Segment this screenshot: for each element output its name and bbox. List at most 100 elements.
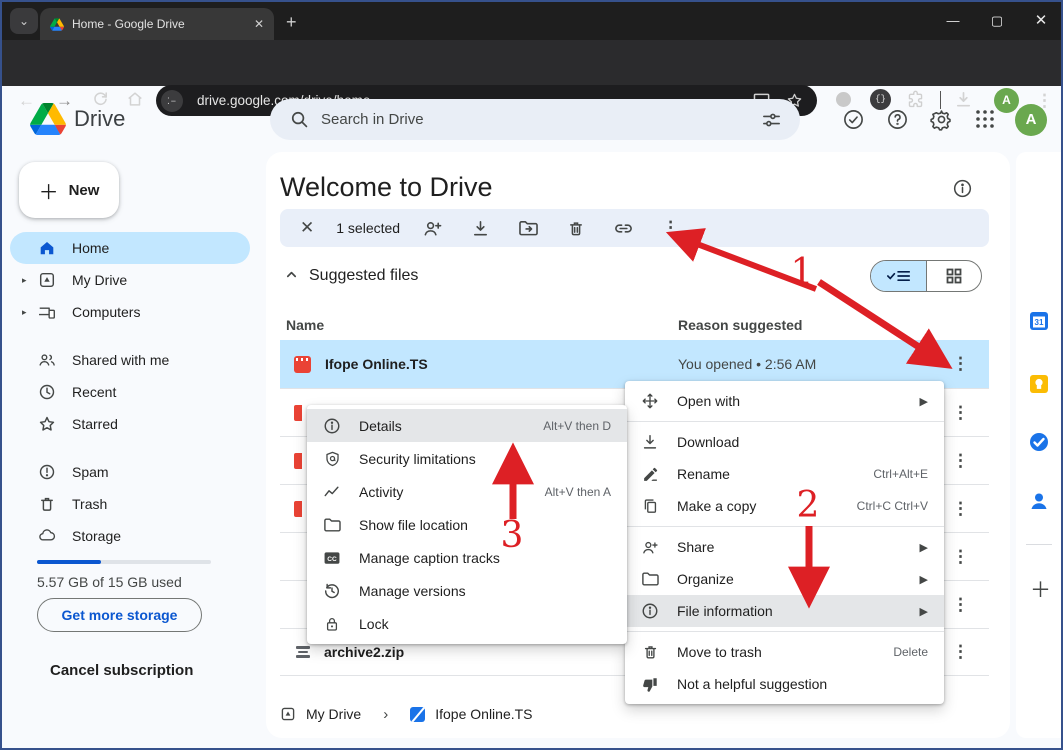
- menu-item-label: Rename: [677, 466, 873, 482]
- info-icon: [323, 417, 341, 435]
- browser-tab[interactable]: Home - Google Drive ✕: [40, 8, 274, 40]
- breadcrumb-root[interactable]: My Drive: [306, 706, 361, 722]
- submenu-item-manage-versions[interactable]: Manage versions: [307, 574, 627, 607]
- help-icon[interactable]: [886, 108, 909, 131]
- search-placeholder[interactable]: Search in Drive: [321, 111, 761, 128]
- sidebar-item-label: My Drive: [72, 272, 127, 288]
- expand-arrow-icon[interactable]: ▸: [22, 307, 27, 318]
- menu-item-not-helpful[interactable]: Not a helpful suggestion: [625, 668, 944, 700]
- extension-brace-icon[interactable]: {}: [870, 89, 891, 110]
- column-reason[interactable]: Reason suggested: [678, 317, 802, 333]
- sidebar-item-computers[interactable]: ▸ Computers: [2, 296, 258, 328]
- contacts-icon[interactable]: [1028, 490, 1050, 512]
- submenu-item-lock[interactable]: Lock: [307, 607, 627, 640]
- window-close-button[interactable]: ✕: [1019, 2, 1063, 40]
- row-menu-kebab-icon[interactable]: ⋮: [952, 451, 969, 471]
- trash-icon[interactable]: [567, 219, 585, 238]
- sidebar-item-label: Storage: [72, 528, 121, 544]
- cancel-subscription-link[interactable]: Cancel subscription: [50, 662, 193, 679]
- window-minimize-button[interactable]: —: [931, 2, 975, 40]
- page-info-icon[interactable]: [952, 178, 973, 199]
- browser-profile-avatar[interactable]: A: [994, 88, 1019, 113]
- sidebar-item-label: Home: [72, 240, 109, 256]
- browser-home-icon[interactable]: [126, 90, 144, 108]
- expand-arrow-icon[interactable]: ▸: [22, 275, 27, 286]
- menu-item-rename[interactable]: Rename Ctrl+Alt+E: [625, 458, 944, 490]
- submenu-item-manage-caption-tracks[interactable]: CC Manage caption tracks: [307, 541, 627, 574]
- extensions-puzzle-icon[interactable]: [906, 90, 925, 109]
- submenu-item-security-limitations[interactable]: Security limitations: [307, 442, 627, 475]
- account-avatar[interactable]: A: [1015, 104, 1047, 136]
- side-companion-panel: 31 ＋ ›: [1016, 152, 1063, 738]
- sidebar-item-storage[interactable]: Storage: [2, 520, 258, 552]
- site-settings-icon[interactable]: ⁚−: [161, 90, 183, 112]
- submenu-item-show-file-location[interactable]: Show file location: [307, 508, 627, 541]
- menu-item-move-to-trash[interactable]: Move to trash Delete: [625, 636, 944, 668]
- reload-icon[interactable]: [92, 90, 109, 107]
- copy-link-icon[interactable]: [613, 219, 634, 238]
- column-name[interactable]: Name: [286, 317, 324, 333]
- menu-item-open-with[interactable]: Open with ▶: [625, 385, 944, 417]
- search-filters-icon[interactable]: [761, 111, 782, 129]
- list-view-button[interactable]: [871, 261, 927, 291]
- tab-close-icon[interactable]: ✕: [254, 17, 264, 31]
- activity-icon: [323, 483, 341, 501]
- share-add-person-icon[interactable]: [422, 219, 443, 238]
- clear-selection-icon[interactable]: ✕: [300, 218, 314, 238]
- new-button[interactable]: ＋ New: [19, 162, 119, 218]
- toolbar-more-kebab-icon[interactable]: ⋮: [662, 218, 679, 238]
- submenu-item-details[interactable]: Details Alt+V then D: [307, 409, 627, 442]
- sidebar-item-shared-with-me[interactable]: Shared with me: [2, 344, 258, 376]
- breadcrumb-file[interactable]: Ifope Online.TS: [435, 706, 532, 722]
- move-to-folder-icon[interactable]: [518, 219, 539, 237]
- menu-item-organize[interactable]: Organize ▶: [625, 563, 944, 595]
- get-more-storage-button[interactable]: Get more storage: [37, 598, 202, 632]
- menu-item-label: Activity: [359, 484, 545, 500]
- offline-status-icon[interactable]: [842, 108, 865, 131]
- new-tab-button[interactable]: +: [286, 12, 297, 33]
- file-name[interactable]: Ifope Online.TS: [325, 356, 428, 372]
- submenu-item-activity[interactable]: Activity Alt+V then A: [307, 475, 627, 508]
- tab-search-button[interactable]: ⌄: [10, 8, 38, 34]
- settings-gear-icon[interactable]: [930, 108, 953, 131]
- grid-view-button[interactable]: [927, 261, 981, 291]
- downloads-icon[interactable]: [954, 90, 973, 109]
- menu-item-share[interactable]: Share ▶: [625, 531, 944, 563]
- file-information-submenu: Details Alt+V then D Security limitation…: [307, 405, 627, 644]
- tasks-icon[interactable]: [1028, 431, 1050, 453]
- panel-add-icon[interactable]: ＋: [1030, 574, 1051, 604]
- status-circle-icon[interactable]: [836, 92, 851, 107]
- menu-divider: [625, 421, 944, 422]
- sidebar-item-starred[interactable]: Starred: [2, 408, 258, 440]
- search-bar[interactable]: Search in Drive: [270, 99, 800, 140]
- row-menu-kebab-icon[interactable]: ⋮: [952, 354, 969, 374]
- menu-item-file-information[interactable]: File information ▶: [625, 595, 944, 627]
- sidebar-item-spam[interactable]: Spam: [2, 456, 258, 488]
- file-name[interactable]: archive2.zip: [324, 644, 404, 660]
- menu-item-make-a-copy[interactable]: Make a copy Ctrl+C Ctrl+V: [625, 490, 944, 522]
- navbar-divider: [940, 91, 941, 109]
- sidebar-item-recent[interactable]: Recent: [2, 376, 258, 408]
- menu-item-label: Details: [359, 418, 543, 434]
- menu-item-label: Organize: [677, 571, 910, 587]
- collapse-section-icon[interactable]: [285, 268, 298, 281]
- star-icon: [38, 415, 56, 433]
- sidebar-item-trash[interactable]: Trash: [2, 488, 258, 520]
- row-menu-kebab-icon[interactable]: ⋮: [952, 547, 969, 567]
- calendar-icon[interactable]: 31: [1028, 310, 1050, 332]
- storage-progress-bar: [37, 560, 211, 564]
- browser-window: ⌄ Home - Google Drive ✕ + — ▢ ✕ ← → ⁚− d…: [0, 0, 1063, 750]
- keep-icon[interactable]: [1028, 373, 1050, 395]
- row-menu-kebab-icon[interactable]: ⋮: [952, 642, 969, 662]
- menu-item-download[interactable]: Download: [625, 426, 944, 458]
- window-maximize-button[interactable]: ▢: [975, 2, 1019, 40]
- menu-item-label: Open with: [677, 393, 910, 409]
- sidebar-item-my-drive[interactable]: ▸ My Drive: [2, 264, 258, 296]
- download-icon[interactable]: [471, 219, 490, 238]
- context-menu: Open with ▶ Download Rename Ctrl+Alt+E M…: [625, 381, 944, 704]
- row-menu-kebab-icon[interactable]: ⋮: [952, 499, 969, 519]
- row-menu-kebab-icon[interactable]: ⋮: [952, 403, 969, 423]
- sidebar-item-home[interactable]: Home: [10, 232, 250, 264]
- apps-grid-icon[interactable]: [974, 108, 996, 130]
- row-menu-kebab-icon[interactable]: ⋮: [952, 595, 969, 615]
